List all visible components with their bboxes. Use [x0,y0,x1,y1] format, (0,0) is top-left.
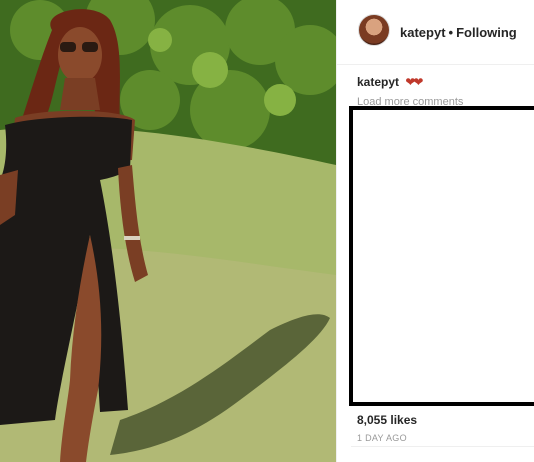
divider [351,446,534,447]
face [58,27,102,83]
separator-dot: • [448,25,454,40]
sunglasses-right [82,42,98,52]
post-side-panel: katepyt • Following katepyt ❤❤ Load more c… [336,0,534,462]
caption-username[interactable]: katepyt [357,75,399,89]
username-link[interactable]: katepyt [400,25,446,40]
redaction-box [349,106,534,406]
post-photo[interactable] [0,0,336,462]
header-user-line: katepyt • Following [400,25,517,40]
photo-scene [0,0,336,462]
likes-count[interactable]: 8,055 likes [357,413,417,427]
sunglasses-left [60,42,76,52]
following-button[interactable]: Following [456,25,517,40]
post-header: katepyt • Following [337,0,534,65]
caption: katepyt ❤❤ [357,75,423,89]
bracelet [124,236,140,240]
post-date[interactable]: 1 DAY AGO [357,433,407,443]
avatar[interactable] [358,14,390,46]
heart-emoji-icon: ❤❤ [405,75,423,89]
neck [60,78,100,110]
